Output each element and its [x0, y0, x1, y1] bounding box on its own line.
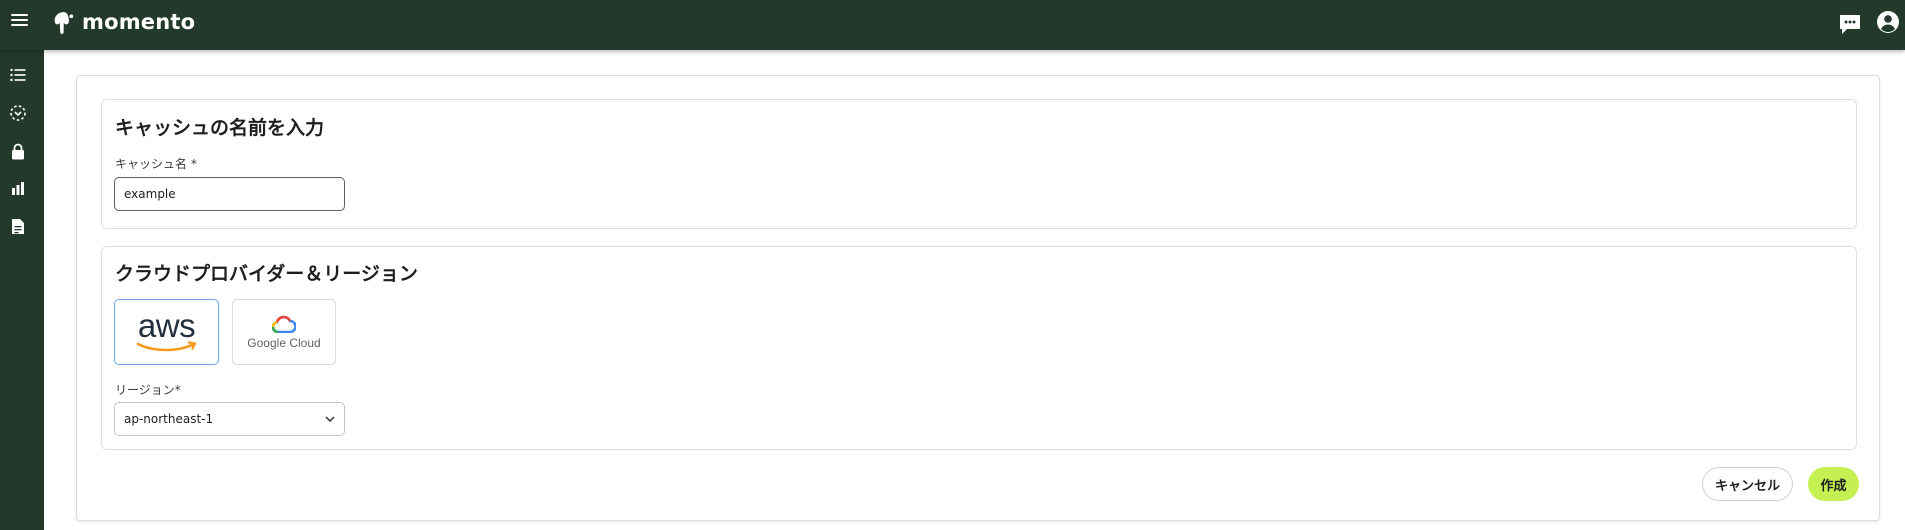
sidebar-item-topics[interactable] — [8, 103, 28, 123]
brand-logo[interactable]: momento — [51, 9, 195, 35]
cancel-button[interactable]: キャンセル — [1702, 467, 1793, 501]
cache-name-label: キャッシュ名 * — [115, 157, 197, 171]
google-cloud-icon — [272, 315, 296, 333]
chat-icon[interactable] — [1838, 13, 1862, 35]
region-select-value: ap-northeast-1 — [124, 412, 214, 426]
provider-aws-option[interactable]: aws — [114, 299, 219, 365]
top-bar: momento — [0, 0, 1905, 50]
create-button[interactable]: 作成 — [1808, 467, 1859, 501]
sidebar-item-metrics[interactable] — [8, 178, 28, 198]
region-select[interactable]: ap-northeast-1 — [114, 402, 345, 436]
aws-logo-text: aws — [137, 307, 196, 344]
region-label: リージョン* — [115, 383, 181, 397]
chevron-down-icon — [325, 416, 335, 422]
list-icon — [10, 68, 26, 82]
amazon-smile-icon — [136, 341, 196, 352]
brand-name: momento — [82, 10, 196, 34]
google-cloud-logo-text: Google Cloud — [247, 335, 321, 350]
sidebar-item-security[interactable] — [8, 141, 28, 161]
cache-name-input[interactable] — [114, 177, 345, 211]
cache-name-section: キャッシュの名前を入力 キャッシュ名 * — [101, 99, 1857, 229]
momento-logo-icon — [54, 11, 74, 34]
section-title: キャッシュの名前を入力 — [115, 117, 325, 139]
sidebar-item-caches[interactable] — [8, 65, 28, 85]
account-icon[interactable] — [1876, 10, 1900, 34]
document-icon — [12, 218, 24, 234]
bar-chart-icon — [12, 182, 24, 195]
sidebar — [0, 50, 44, 530]
section-title: クラウドプロバイダー＆リージョン — [115, 263, 418, 285]
create-cache-form: キャッシュの名前を入力 キャッシュ名 * クラウドプロバイダー＆リージョン aw… — [76, 75, 1880, 521]
menu-icon[interactable] — [11, 14, 28, 28]
provider-gcp-option[interactable]: Google Cloud — [232, 299, 336, 365]
provider-region-section: クラウドプロバイダー＆リージョン aws Google Cloud リージョン*… — [101, 246, 1857, 450]
lock-icon — [12, 143, 24, 159]
topics-icon — [10, 105, 26, 121]
sidebar-item-docs[interactable] — [8, 216, 28, 236]
